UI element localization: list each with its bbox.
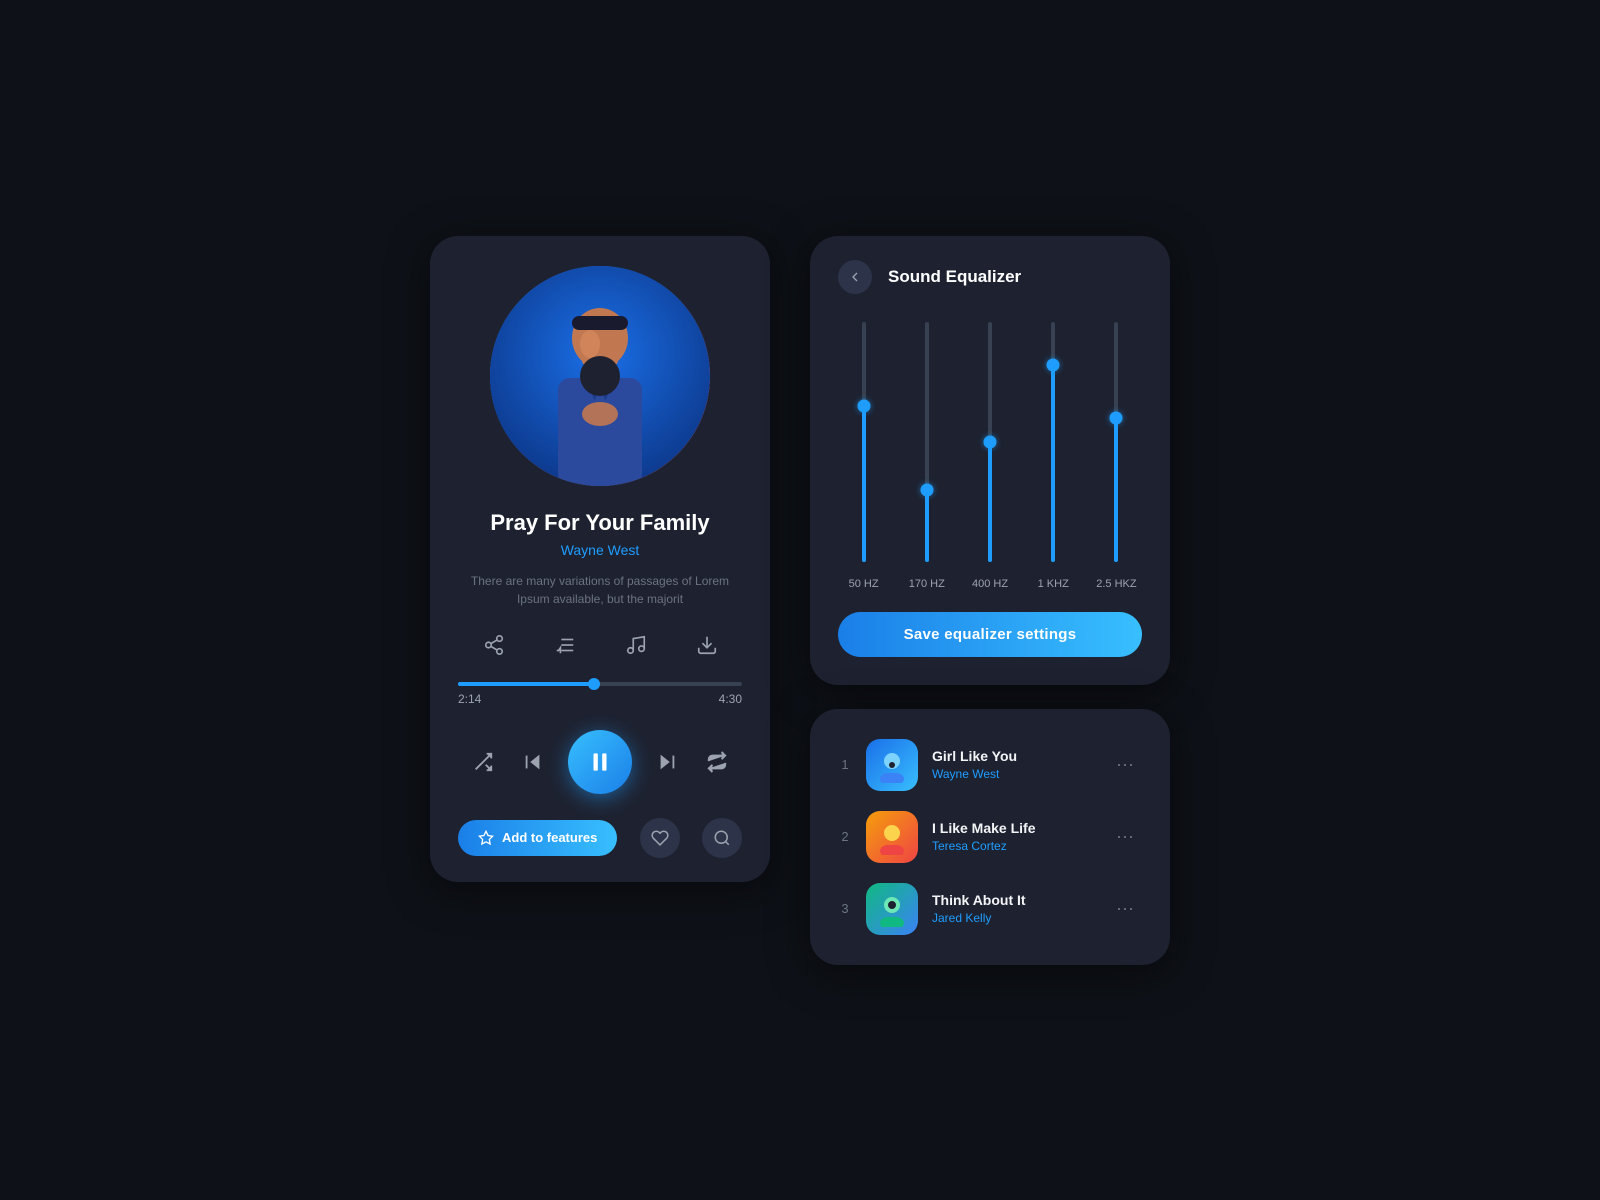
track-info-3: Think About It Jared Kelly [932,892,1094,925]
like-button[interactable] [640,818,680,858]
song-title: Pray For Your Family [490,510,709,536]
eq-band-3[interactable] [964,322,1015,562]
eq-fill-2 [925,490,929,562]
save-equalizer-button[interactable]: Save equalizer settings [838,612,1142,657]
main-container: Pray For Your Family Wayne West There ar… [430,236,1170,965]
track-more-button-1[interactable]: ··· [1108,750,1142,779]
track-number-1: 1 [838,757,852,772]
track-artist-1: Wayne West [932,767,1094,781]
eq-band-2[interactable] [901,322,952,562]
heart-icon [651,829,669,847]
track-more-button-2[interactable]: ··· [1108,822,1142,851]
download-button[interactable] [690,628,724,662]
add-to-playlist-button[interactable] [548,628,582,662]
playlist-item-1[interactable]: 1 Girl Like You Wayne West ··· [830,729,1150,801]
shuffle-button[interactable] [468,747,498,777]
playlist-item-3[interactable]: 3 Think About It Jared Kelly ··· [830,873,1150,945]
eq-title: Sound Equalizer [888,267,1021,287]
back-button[interactable] [838,260,872,294]
total-time: 4:30 [719,692,742,706]
eq-freq-labels: 50 HZ 170 HZ 400 HZ 1 KHZ 2.5 HKZ [838,578,1142,590]
playlist-item-2[interactable]: 2 I Like Make Life Teresa Cortez ··· [830,801,1150,873]
eq-slider-track-5 [1114,322,1118,562]
eq-slider-track-3 [988,322,992,562]
track-title-3: Think About It [932,892,1094,908]
eq-band-1[interactable] [838,322,889,562]
share-button[interactable] [477,628,511,662]
action-icons-row [458,628,742,662]
song-description: There are many variations of passages of… [458,572,742,608]
add-to-features-button[interactable]: Add to features [458,820,617,856]
progress-track[interactable] [458,682,742,686]
track-title-1: Girl Like You [932,748,1094,764]
eq-fill-3 [988,442,992,562]
artist-name: Wayne West [561,542,640,558]
track-artist-2: Teresa Cortez [932,839,1094,853]
progress-fill [458,682,594,686]
player-card: Pray For Your Family Wayne West There ar… [430,236,770,882]
track-title-2: I Like Make Life [932,820,1094,836]
eq-slider-track-4 [1051,322,1055,562]
track-artist-3: Jared Kelly [932,911,1094,925]
controls-row [458,730,742,794]
track-info-1: Girl Like You Wayne West [932,748,1094,781]
bottom-bar: Add to features [458,818,742,858]
progress-section[interactable]: 2:14 4:30 [458,682,742,722]
eq-fill-5 [1114,418,1118,562]
freq-label-2: 170 HZ [901,578,952,590]
eq-fill-1 [862,406,866,562]
eq-band-5[interactable] [1091,322,1142,562]
next-button[interactable] [652,747,682,777]
search-icon [713,829,731,847]
add-features-label: Add to features [502,830,597,845]
eq-slider-track-1 [862,322,866,562]
time-row: 2:14 4:30 [458,692,742,706]
star-icon [478,830,494,846]
track-more-button-3[interactable]: ··· [1108,894,1142,923]
track-avatar-1 [866,739,918,791]
back-arrow-icon [847,269,863,285]
right-column: Sound Equalizer [810,236,1170,965]
eq-sliders-container [838,322,1142,562]
repeat-button[interactable] [702,747,732,777]
freq-label-5: 2.5 HKZ [1091,578,1142,590]
eq-fill-4 [1051,365,1055,562]
eq-header: Sound Equalizer [838,260,1142,294]
eq-slider-track-2 [925,322,929,562]
playlist-card: 1 Girl Like You Wayne West ··· 2 [810,709,1170,965]
track-number-3: 3 [838,901,852,916]
center-hole [580,356,620,396]
freq-label-3: 400 HZ [964,578,1015,590]
freq-label-1: 50 HZ [838,578,889,590]
play-pause-button[interactable] [568,730,632,794]
eq-band-4[interactable] [1028,322,1079,562]
track-avatar-3 [866,883,918,935]
equalizer-card: Sound Equalizer [810,236,1170,685]
track-avatar-2 [866,811,918,863]
track-number-2: 2 [838,829,852,844]
album-art [490,266,710,486]
previous-button[interactable] [518,747,548,777]
track-info-2: I Like Make Life Teresa Cortez [932,820,1094,853]
lyrics-button[interactable] [619,628,653,662]
current-time: 2:14 [458,692,481,706]
search-button[interactable] [702,818,742,858]
freq-label-4: 1 KHZ [1028,578,1079,590]
progress-dot [588,678,600,690]
